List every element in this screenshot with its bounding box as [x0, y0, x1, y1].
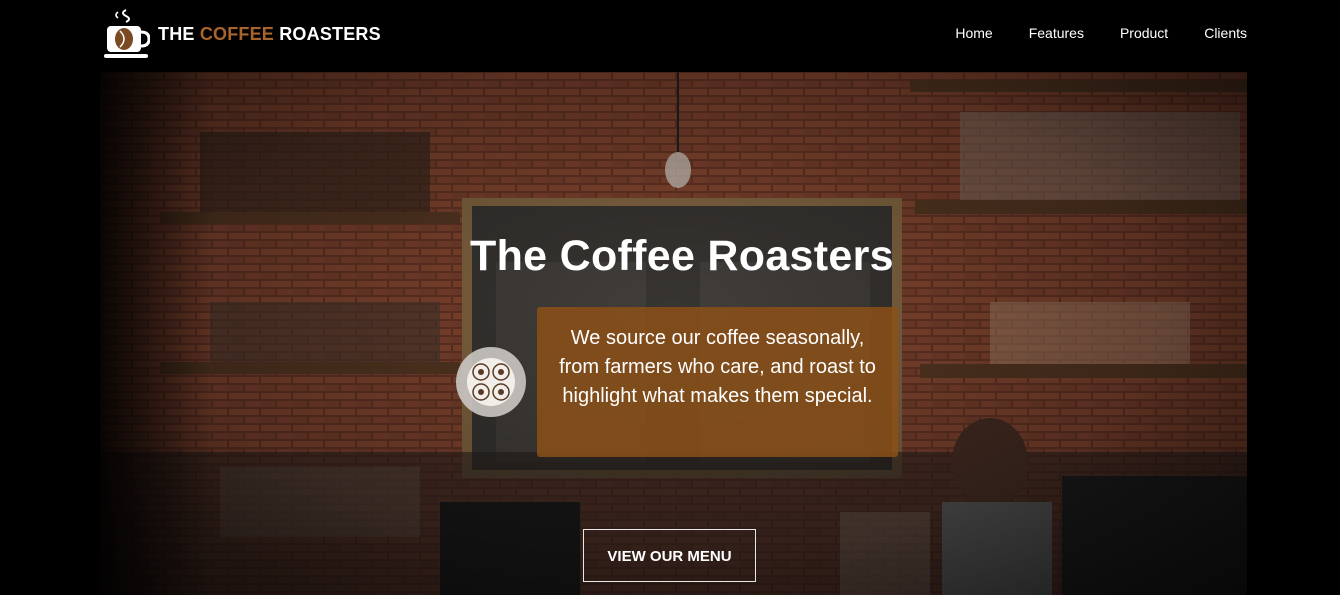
coffee-cup-logo-icon [104, 9, 150, 58]
nav-link-product[interactable]: Product [1120, 25, 1168, 41]
tagline-box: We source our coffee seasonally, from fa… [537, 307, 898, 457]
nav-link-home[interactable]: Home [955, 25, 992, 41]
hero-section: The Coffee Roasters We source our coffee… [100, 72, 1247, 595]
hero-title: The Coffee Roasters [470, 232, 894, 280]
brand-name: THE COFFEE ROASTERS [158, 23, 381, 44]
brand[interactable]: THE COFFEE ROASTERS [104, 8, 381, 60]
hero-left-vignette [100, 72, 210, 595]
brand-accent-word: COFFEE [199, 23, 275, 44]
nav-link-clients[interactable]: Clients [1204, 25, 1247, 41]
view-menu-button[interactable]: VIEW OUR MENU [583, 529, 756, 582]
nav-link-features[interactable]: Features [1029, 25, 1084, 41]
hero-tagline: We source our coffee seasonally, from fa… [559, 327, 876, 407]
coffee-badge-icon [456, 347, 526, 417]
main-nav: Home Features Product Clients [919, 25, 1247, 41]
navbar: THE COFFEE ROASTERS Home Features Produc… [0, 0, 1340, 72]
